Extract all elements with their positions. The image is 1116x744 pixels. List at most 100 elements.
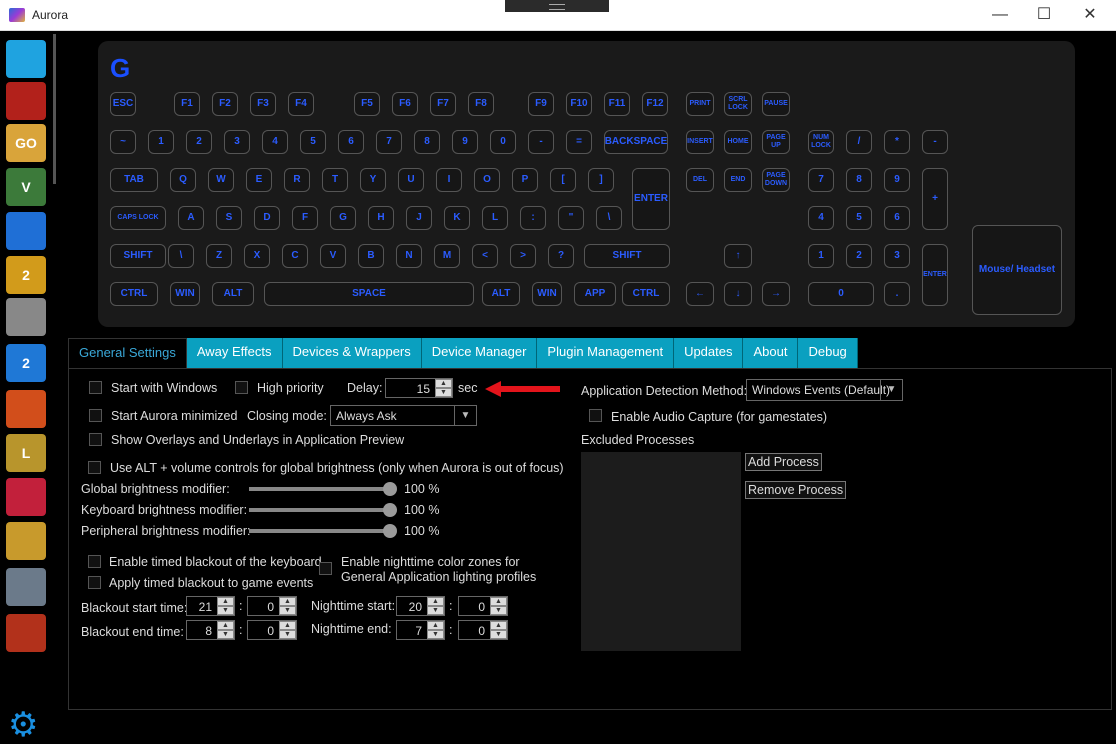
key--[interactable]: → [762, 282, 790, 306]
blackout-end-minute-stepper[interactable]: 0 ▲ ▼ [247, 620, 297, 640]
stepper-up-button[interactable]: ▲ [279, 621, 296, 630]
key-6[interactable]: 6 [884, 206, 910, 230]
key-page-up[interactable]: PAGE UP [762, 130, 790, 154]
sidebar-item-hotline-miami[interactable] [6, 478, 46, 516]
stepper-up-button[interactable]: ▲ [490, 597, 507, 606]
key-3[interactable]: 3 [884, 244, 910, 268]
stepper-up-button[interactable]: ▲ [427, 597, 444, 606]
minimize-button[interactable]: — [985, 4, 1015, 26]
audio-capture-checkbox[interactable] [589, 409, 602, 422]
key-m[interactable]: M [434, 244, 460, 268]
key-backspace[interactable]: BACKSPACE [604, 130, 668, 154]
key-f9[interactable]: F9 [528, 92, 554, 116]
closing-mode-dropdown[interactable]: Always Ask ▼ [330, 405, 477, 426]
delay-up-button[interactable]: ▲ [435, 379, 452, 388]
key-space[interactable]: SPACE [264, 282, 474, 306]
stepper-down-button[interactable]: ▼ [279, 630, 296, 639]
key-r[interactable]: R [284, 168, 310, 192]
key-win[interactable]: WIN [170, 282, 200, 306]
global-brightness-slider[interactable] [249, 482, 397, 496]
key-4[interactable]: 4 [808, 206, 834, 230]
key-num-lock[interactable]: NUM LOCK [808, 130, 834, 154]
nighttime-start-hour-stepper[interactable]: 20 ▲ ▼ [396, 596, 445, 616]
key--[interactable]: ? [548, 244, 574, 268]
key-x[interactable]: X [244, 244, 270, 268]
key-d[interactable]: D [254, 206, 280, 230]
nighttime-end-minute-stepper[interactable]: 0 ▲ ▼ [458, 620, 508, 640]
key-s[interactable]: S [216, 206, 242, 230]
key-y[interactable]: Y [360, 168, 386, 192]
stepper-up-button[interactable]: ▲ [217, 621, 234, 630]
key-pause[interactable]: PAUSE [762, 92, 790, 116]
key-5[interactable]: 5 [846, 206, 872, 230]
tab-updates[interactable]: Updates [674, 338, 744, 368]
delay-down-button[interactable]: ▼ [435, 388, 452, 397]
stepper-up-button[interactable]: ▲ [279, 597, 296, 606]
sidebar-item-csgo[interactable]: GO [6, 124, 46, 162]
key-esc[interactable]: ESC [110, 92, 136, 116]
key-enter[interactable]: ENTER [632, 168, 670, 230]
key-f10[interactable]: F10 [566, 92, 592, 116]
key-2[interactable]: 2 [186, 130, 212, 154]
key--[interactable]: * [884, 130, 910, 154]
tab-device-manager[interactable]: Device Manager [421, 338, 538, 368]
slider-thumb[interactable] [383, 503, 397, 517]
key--[interactable]: > [510, 244, 536, 268]
blackout-end-hour-stepper[interactable]: 8 ▲ ▼ [186, 620, 235, 640]
slider-thumb[interactable] [383, 524, 397, 538]
high-priority-checkbox[interactable] [235, 381, 248, 394]
key-1[interactable]: 1 [148, 130, 174, 154]
nighttime-start-minute-stepper[interactable]: 0 ▲ ▼ [458, 596, 508, 616]
key--[interactable]: / [846, 130, 872, 154]
stepper-up-button[interactable]: ▲ [217, 597, 234, 606]
key--[interactable]: [ [550, 168, 576, 192]
key-0[interactable]: 0 [490, 130, 516, 154]
key-7[interactable]: 7 [376, 130, 402, 154]
key-z[interactable]: Z [206, 244, 232, 268]
sidebar-item-borderlands2[interactable]: 2 [6, 256, 46, 294]
key-8[interactable]: 8 [414, 130, 440, 154]
key-f4[interactable]: F4 [288, 92, 314, 116]
key-enter[interactable]: ENTER [922, 244, 948, 306]
key-v[interactable]: V [320, 244, 346, 268]
nighttime-end-hour-stepper[interactable]: 7 ▲ ▼ [396, 620, 445, 640]
key-f2[interactable]: F2 [212, 92, 238, 116]
key-mouse-headset[interactable]: Mouse/ Headset [972, 225, 1062, 315]
title-bar[interactable]: Aurora — ☐ ✕ [0, 0, 1116, 31]
key-4[interactable]: 4 [262, 130, 288, 154]
remove-process-button[interactable]: Remove Process [745, 481, 847, 499]
key--[interactable]: ↑ [724, 244, 752, 268]
key-c[interactable]: C [282, 244, 308, 268]
stepper-up-button[interactable]: ▲ [427, 621, 444, 630]
key--[interactable]: + [922, 168, 948, 230]
key-8[interactable]: 8 [846, 168, 872, 192]
gear-icon[interactable]: ⚙ [8, 708, 38, 742]
keyboard-brightness-slider[interactable] [249, 503, 397, 517]
tab-devices-wrappers[interactable]: Devices & Wrappers [282, 338, 422, 368]
key--[interactable]: - [528, 130, 554, 154]
key-6[interactable]: 6 [338, 130, 364, 154]
key-2[interactable]: 2 [846, 244, 872, 268]
sidebar-item-pubg[interactable] [6, 568, 46, 606]
stepper-down-button[interactable]: ▼ [490, 606, 507, 615]
key-u[interactable]: U [398, 168, 424, 192]
sidebar-item-the-division[interactable] [6, 390, 46, 428]
blackout-start-hour-stepper[interactable]: 21 ▲ ▼ [186, 596, 235, 616]
key--[interactable]: - [922, 130, 948, 154]
key-o[interactable]: O [474, 168, 500, 192]
key-1[interactable]: 1 [808, 244, 834, 268]
sidebar-item-desktop[interactable] [6, 40, 46, 78]
start-minimized-checkbox[interactable] [89, 409, 102, 422]
key-alt[interactable]: ALT [482, 282, 520, 306]
sidebar-item-dying-light[interactable] [6, 614, 46, 652]
key-9[interactable]: 9 [452, 130, 478, 154]
key-tab[interactable]: TAB [110, 168, 158, 192]
key-e[interactable]: E [246, 168, 272, 192]
key-j[interactable]: J [406, 206, 432, 230]
key-n[interactable]: N [396, 244, 422, 268]
key--[interactable]: ] [588, 168, 614, 192]
nighttime-zones-checkbox[interactable] [319, 562, 332, 575]
slider-thumb[interactable] [383, 482, 397, 496]
key-insert[interactable]: INSERT [686, 130, 714, 154]
key--[interactable]: : [520, 206, 546, 230]
